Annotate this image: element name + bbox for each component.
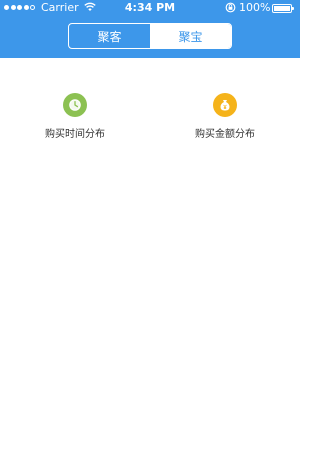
rotation-lock-icon (225, 2, 236, 16)
purchase-amount-label: 购买金额分布 (195, 129, 255, 140)
clock-icon (63, 93, 87, 117)
money-bag-icon (213, 93, 237, 117)
header-bar: Carrier 4:34 PM 100% 聚客 聚宝 (0, 0, 300, 58)
battery-icon (272, 4, 294, 13)
tab-jubao[interactable]: 聚宝 (150, 24, 231, 48)
battery-percentage: 100% (239, 1, 271, 14)
purchase-amount-distribution-item[interactable]: 购买金额分布 (165, 93, 285, 140)
purchase-time-label: 购买时间分布 (45, 129, 105, 140)
purchase-time-distribution-item[interactable]: 购买时间分布 (15, 93, 135, 140)
tab-juke[interactable]: 聚客 (69, 24, 150, 48)
segmented-control: 聚客 聚宝 (68, 23, 232, 49)
status-bar: Carrier 4:34 PM 100% (0, 0, 300, 17)
